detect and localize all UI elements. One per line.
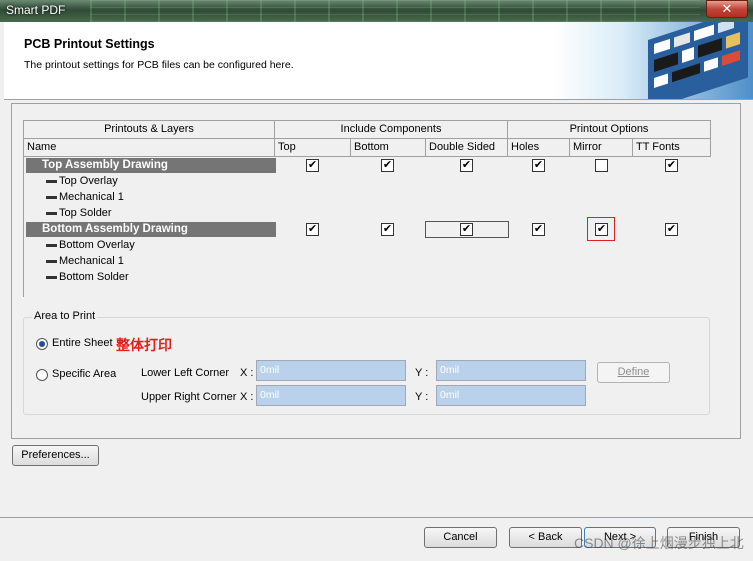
checkbox-tt-fonts[interactable]: ✔ [665, 159, 678, 172]
page-title: PCB Printout Settings [24, 37, 155, 51]
lower-left-x-input[interactable]: 0mil [256, 360, 406, 381]
wizard-header: PCB Printout Settings The printout setti… [4, 22, 753, 100]
entire-sheet-radio[interactable] [36, 338, 48, 350]
annotation-text: 整体打印 [116, 337, 172, 353]
header-printout-options: Printout Options [508, 121, 711, 139]
page-subtitle: The printout settings for PCB files can … [24, 59, 294, 71]
layer-dash-icon [46, 260, 57, 263]
lower-left-y-input[interactable]: 0mil [436, 360, 586, 381]
layer-row[interactable]: Bottom Solder [24, 269, 711, 285]
lower-left-corner-label: Lower Left Corner [141, 367, 230, 379]
layer-dash-icon [46, 212, 57, 215]
table-column-header-row: Name Top Bottom Double Sided Holes Mirro… [24, 139, 711, 157]
back-button[interactable]: < Back [509, 527, 582, 548]
layer-name: Top Overlay [59, 175, 118, 187]
upper-right-corner-label: Upper Right Corner [141, 391, 237, 403]
layer-dash-icon [46, 244, 57, 247]
header-include-components: Include Components [275, 121, 508, 139]
table-row-top-assembly[interactable]: Top Assembly Drawing ✔ ✔ ✔ ✔ ✔ [24, 157, 711, 173]
upper-right-x-input[interactable]: 0mil [256, 385, 406, 406]
checkbox-mirror[interactable] [595, 159, 608, 172]
area-to-print-legend: Area to Print [32, 310, 98, 322]
layer-row[interactable]: Bottom Overlay [24, 237, 711, 253]
layer-name: Bottom Solder [59, 271, 129, 283]
checkbox-holes[interactable]: ✔ [532, 159, 545, 172]
specific-area-radio[interactable] [36, 369, 48, 381]
layer-name: Top Solder [59, 207, 112, 219]
title-bar: Smart PDF ✕ [0, 0, 753, 22]
layer-name: Bottom Overlay [59, 239, 135, 251]
checkbox-tt-fonts[interactable]: ✔ [665, 223, 678, 236]
specific-area-label[interactable]: Specific Area [52, 368, 116, 380]
define-label: Define [617, 366, 650, 378]
layer-dash-icon [46, 276, 57, 279]
layer-row[interactable]: Mechanical 1 [24, 189, 711, 205]
column-double-sided[interactable]: Double Sided [426, 139, 508, 157]
layer-name: Mechanical 1 [59, 191, 124, 203]
upper-right-y-input[interactable]: 0mil [436, 385, 586, 406]
layer-name: Mechanical 1 [59, 255, 124, 267]
checkbox-bottom[interactable]: ✔ [381, 223, 394, 236]
close-icon[interactable]: ✕ [706, 0, 748, 18]
preferences-button[interactable]: Preferences... [12, 445, 99, 466]
checkbox-double-sided[interactable]: ✔ [460, 223, 473, 236]
watermark-text: CSDN @徐上烟漫步独上北 [574, 535, 744, 551]
upper-right-x-label: X : [240, 391, 254, 403]
column-holes[interactable]: Holes [508, 139, 570, 157]
checkbox-mirror[interactable]: ✔ [595, 223, 608, 236]
pcb-graphic-icon [553, 22, 753, 99]
header-printouts-layers: Printouts & Layers [24, 121, 275, 139]
entire-sheet-label[interactable]: Entire Sheet [52, 337, 113, 349]
checkbox-top[interactable]: ✔ [306, 223, 319, 236]
column-name[interactable]: Name [24, 139, 275, 157]
column-bottom[interactable]: Bottom [351, 139, 426, 157]
layer-row[interactable]: Mechanical 1 [24, 253, 711, 269]
upper-right-y-label: Y : [415, 391, 429, 403]
printout-name[interactable]: Bottom Assembly Drawing [26, 222, 276, 237]
checkbox-holes[interactable]: ✔ [532, 223, 545, 236]
checkbox-double-sided[interactable]: ✔ [460, 159, 473, 172]
checkbox-top[interactable]: ✔ [306, 159, 319, 172]
column-top[interactable]: Top [275, 139, 351, 157]
table-row-bottom-assembly[interactable]: Bottom Assembly Drawing ✔ ✔ ✔ ✔ ✔ ✔ [24, 217, 711, 241]
lower-left-x-label: X : [240, 367, 254, 379]
layer-dash-icon [46, 180, 57, 183]
printout-name[interactable]: Top Assembly Drawing [26, 158, 276, 173]
checkbox-bottom[interactable]: ✔ [381, 159, 394, 172]
layer-row[interactable]: Top Overlay [24, 173, 711, 189]
lower-left-y-label: Y : [415, 367, 429, 379]
column-tt-fonts[interactable]: TT Fonts [633, 139, 711, 157]
define-button[interactable]: Define [597, 362, 670, 383]
window-title: Smart PDF [6, 3, 66, 17]
layer-dash-icon [46, 196, 57, 199]
title-bar-pcb-background [90, 0, 700, 22]
table-group-header-row: Printouts & Layers Include Components Pr… [24, 121, 711, 139]
printouts-table: Printouts & Layers Include Components Pr… [23, 120, 711, 297]
cancel-button[interactable]: Cancel [424, 527, 497, 548]
column-mirror[interactable]: Mirror [570, 139, 633, 157]
